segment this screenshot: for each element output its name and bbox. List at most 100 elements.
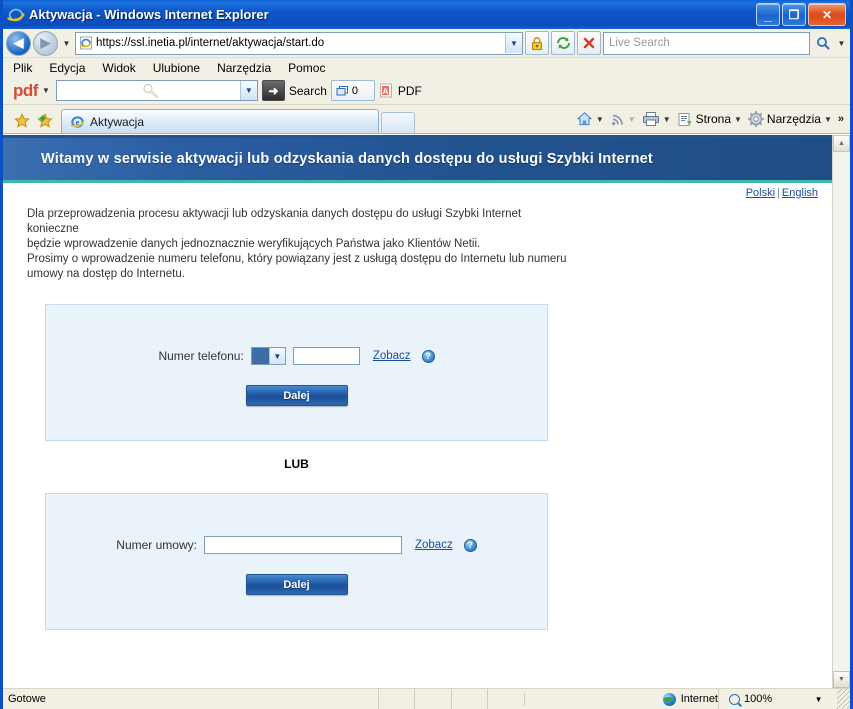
or-divider-label: LUB — [284, 457, 309, 471]
search-provider-dropdown[interactable]: ▼ — [836, 39, 847, 48]
menu-bar: Plik Edycja Widok Ulubione Narzędzia Pom… — [3, 58, 850, 77]
chevron-down-icon: ▼ — [62, 38, 71, 48]
menu-item-widok[interactable]: Widok — [102, 61, 135, 75]
contract-field-row: Numer umowy: Zobacz ? — [46, 536, 547, 554]
contract-number-input[interactable] — [203, 536, 402, 554]
gear-icon — [747, 111, 764, 127]
globe-icon — [662, 692, 676, 706]
window-title-page: Aktywacja — [29, 7, 93, 22]
phone-submit-button[interactable]: Dalej — [245, 385, 348, 406]
phone-number-panel: Numer telefonu: ▼ Zobacz ? Dalej — [45, 304, 548, 441]
menu-item-plik[interactable]: Plik — [13, 61, 32, 75]
pdf-results-counter[interactable]: 0 — [330, 80, 375, 101]
pdf-menu-caret-icon[interactable]: ▼ — [42, 86, 50, 95]
security-zone[interactable]: Internet — [523, 692, 718, 706]
window-title-app: - Windows Internet Explorer — [92, 7, 269, 22]
help-question-icon[interactable]: ? — [463, 538, 477, 552]
maximize-icon: ❐ — [788, 7, 800, 22]
intro-line-1: Dla przeprowadzenia procesu aktywacji lu… — [27, 208, 522, 235]
page-viewport: Witamy w serwisie aktywacji lub odzyskan… — [3, 134, 850, 688]
adobe-pdf-toolbar: pdf ▼ ▼ ➜ Search 0 A PDF — [3, 77, 850, 105]
close-button[interactable]: ✕ — [808, 3, 846, 26]
status-segment — [450, 689, 488, 709]
chevron-down-icon[interactable]: ▼ — [815, 695, 823, 704]
back-button[interactable]: ◀ — [6, 30, 31, 56]
internet-explorer-icon: e — [7, 6, 25, 24]
refresh-button[interactable] — [551, 31, 575, 55]
pdf-convert-label[interactable]: PDF — [398, 84, 422, 98]
contract-submit-button[interactable]: Dalej — [245, 574, 348, 595]
contract-submit-row: Dalej — [46, 574, 547, 595]
contract-help-link[interactable]: Zobacz — [415, 539, 453, 551]
search-button[interactable] — [812, 33, 834, 54]
vertical-scrollbar[interactable]: ▲ ▼ — [832, 135, 850, 688]
forward-button[interactable]: ▶ — [33, 30, 58, 56]
menu-item-edycja[interactable]: Edycja — [49, 61, 85, 75]
language-switcher: Polski | English — [3, 183, 832, 199]
search-input[interactable]: Live Search — [603, 31, 810, 55]
contract-number-panel: Numer umowy: Zobacz ? Dalej — [45, 493, 548, 630]
intro-line-4: umowy na dostęp do Internetu. — [27, 268, 185, 280]
pdf-search-go-button[interactable]: ➜ — [261, 80, 285, 101]
security-zone-label: Internet — [680, 693, 718, 705]
magnifier-watermark-icon — [139, 83, 165, 98]
pdf-search-input[interactable]: ▼ — [55, 80, 258, 101]
tools-menu-button[interactable]: Narzędzia ▼ — [746, 111, 834, 127]
phone-submit-row: Dalej — [46, 385, 547, 406]
page-icon — [79, 36, 93, 50]
resize-grip[interactable] — [836, 689, 850, 709]
page-banner: Witamy w serwisie aktywacji lub odzyskan… — [3, 135, 832, 180]
feeds-button[interactable]: ▼ — [608, 112, 638, 127]
chevron-down-icon: ▼ — [510, 38, 518, 48]
page-menu-label: Strona — [695, 112, 731, 126]
star-plus-icon — [36, 113, 53, 128]
rss-feed-icon — [611, 114, 623, 125]
new-tab-button[interactable] — [381, 112, 415, 133]
help-question-icon[interactable]: ? — [421, 349, 435, 363]
phone-help-link[interactable]: Zobacz — [373, 350, 411, 362]
menu-item-pomoc[interactable]: Pomoc — [288, 61, 325, 75]
zoom-control[interactable]: 100% ▼ — [718, 689, 837, 709]
home-button[interactable]: ▼ — [574, 111, 606, 127]
url-dropdown-button[interactable]: ▼ — [505, 33, 522, 53]
windows-stack-icon — [336, 85, 348, 95]
pdf-file-icon[interactable]: A — [379, 83, 394, 98]
print-button[interactable]: ▼ — [640, 111, 673, 127]
chevron-down-icon[interactable]: ▼ — [734, 115, 742, 124]
page-menu-button[interactable]: Strona ▼ — [675, 112, 744, 127]
triangle-down-icon: ▼ — [838, 676, 845, 683]
scroll-up-button[interactable]: ▲ — [833, 135, 850, 152]
recent-pages-button[interactable]: ▼ — [60, 39, 73, 48]
pdf-search-dropdown[interactable]: ▼ — [239, 81, 257, 100]
lang-link-english[interactable]: English — [782, 187, 818, 199]
scroll-down-button[interactable]: ▼ — [833, 671, 850, 688]
lang-separator: | — [777, 187, 780, 199]
url-bar[interactable]: https://ssl.inetia.pl/internet/aktywacja… — [75, 31, 523, 55]
phone-prefix-select[interactable]: ▼ — [250, 347, 286, 365]
chevron-down-icon[interactable]: ▼ — [824, 115, 832, 124]
phone-number-input[interactable] — [292, 347, 360, 365]
menu-item-ulubione[interactable]: Ulubione — [153, 61, 200, 75]
status-segment — [377, 689, 415, 709]
add-to-favorites-button[interactable] — [33, 109, 55, 133]
pdf-count-value: 0 — [351, 84, 359, 97]
svg-text:e: e — [76, 118, 80, 127]
star-icon — [14, 113, 30, 128]
menu-item-narzedzia[interactable]: Narzędzia — [217, 61, 271, 75]
chevron-down-icon[interactable]: ▼ — [596, 115, 604, 124]
lang-link-polski[interactable]: Polski — [746, 187, 775, 199]
command-bar-overflow-button[interactable]: » — [836, 113, 846, 125]
back-arrow-icon: ◀ — [13, 35, 24, 50]
maximize-button[interactable]: ❐ — [782, 3, 806, 26]
home-icon — [576, 112, 593, 126]
stop-button[interactable] — [577, 31, 601, 55]
ssl-padlock-icon[interactable] — [525, 31, 549, 55]
favorites-center-button[interactable] — [11, 109, 33, 133]
browser-tab[interactable]: e Aktywacja — [61, 109, 379, 133]
minimize-button[interactable]: _ — [756, 3, 780, 26]
svg-text:e: e — [14, 10, 18, 20]
chevron-down-icon[interactable]: ▼ — [663, 115, 671, 124]
phone-field-row: Numer telefonu: ▼ Zobacz ? — [46, 347, 547, 365]
status-text: Gotowe — [8, 693, 46, 705]
window-title: Aktywacja - Windows Internet Explorer — [29, 7, 269, 22]
